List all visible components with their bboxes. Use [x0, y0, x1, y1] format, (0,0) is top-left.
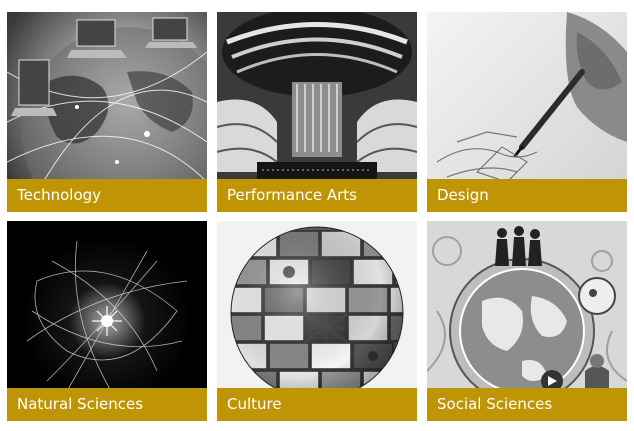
category-label: Performance Arts	[217, 179, 417, 212]
category-tile-design[interactable]: Design	[427, 12, 627, 212]
category-tile-social-sciences[interactable]: Social Sciences	[427, 221, 627, 421]
category-label: Social Sciences	[427, 388, 627, 421]
category-tile-culture[interactable]: Culture	[217, 221, 417, 421]
category-label: Design	[427, 179, 627, 212]
category-label: Technology	[7, 179, 207, 212]
category-label: Natural Sciences	[7, 388, 207, 421]
category-tile-technology[interactable]: Technology	[7, 12, 207, 212]
category-grid: Technology Performance Arts Design Natur…	[0, 0, 634, 431]
category-label: Culture	[217, 388, 417, 421]
category-tile-performance-arts[interactable]: Performance Arts	[217, 12, 417, 212]
category-tile-natural-sciences[interactable]: Natural Sciences	[7, 221, 207, 421]
